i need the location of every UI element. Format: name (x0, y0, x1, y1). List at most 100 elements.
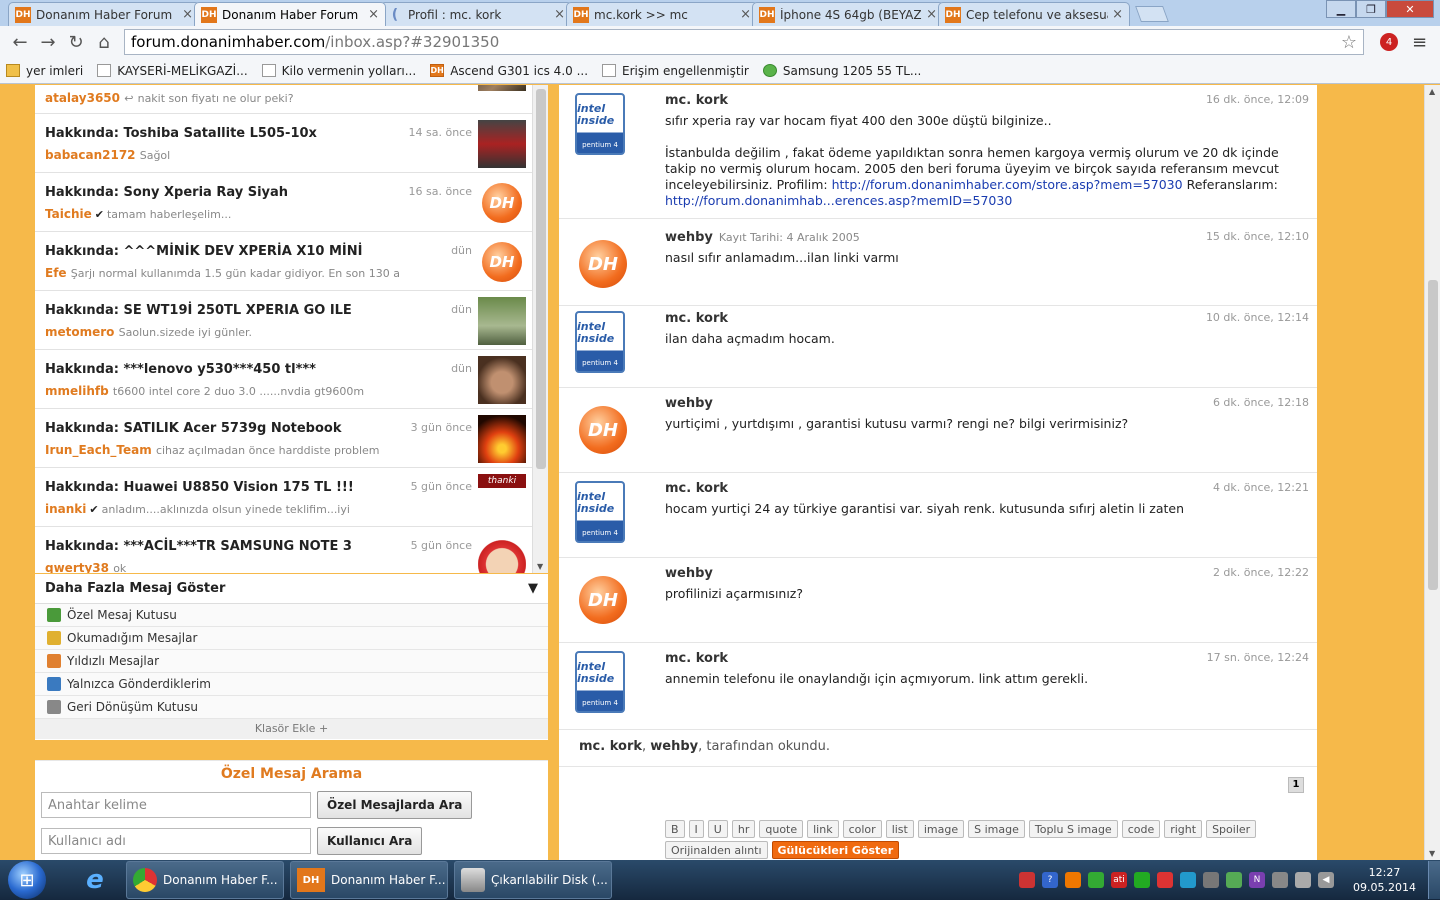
conversation-user[interactable]: Efe (45, 266, 67, 280)
tab-close-icon[interactable]: × (368, 7, 379, 22)
folder-item[interactable]: Geri Dönüşüm Kutusu (35, 696, 548, 719)
conversation-title[interactable]: Hakkında: ^^^MİNİK DEV XPERİA X10 MİNİ (45, 244, 362, 259)
read-by-user[interactable]: wehby (650, 739, 698, 754)
reload-icon[interactable]: ↻ (62, 32, 90, 53)
keyword-input[interactable]: Anahtar kelime (41, 792, 311, 818)
editor-button[interactable]: image (917, 820, 965, 838)
conversation-user[interactable]: mmelihfb (45, 384, 109, 398)
shield-icon[interactable] (1157, 872, 1174, 888)
volume-icon[interactable]: ◀ (1318, 872, 1335, 888)
conversation-scrollbar[interactable]: ▼ (532, 85, 548, 573)
message-author[interactable]: mc. kork (665, 93, 728, 108)
list-item[interactable]: Hakkında: SE WT19İ 250TL XPERIA GO ILE dü… (35, 291, 532, 350)
editor-button[interactable]: Orijinalden alıntı (665, 841, 768, 859)
conversation-title[interactable]: Hakkında: SE WT19İ 250TL XPERIA GO ILE (45, 303, 352, 318)
tab-3[interactable]: (Profil : mc. kork × (380, 2, 572, 26)
conversation-user[interactable]: babacan2172 (45, 148, 136, 162)
tray-app-icon[interactable] (1203, 872, 1220, 888)
tab-5[interactable]: DH İphone 4S 64gb (BEYAZ) × (752, 2, 944, 26)
editor-button[interactable]: U (707, 820, 728, 838)
help-icon[interactable]: ? (1042, 872, 1059, 888)
editor-button[interactable]: color (842, 820, 882, 838)
message-author[interactable]: wehby (665, 396, 713, 411)
extension-icon[interactable]: 4 (1380, 33, 1398, 51)
scroll-down-arrow-icon[interactable]: ▼ (1429, 849, 1435, 858)
home-icon[interactable]: ⌂ (90, 32, 118, 53)
conversation-title[interactable]: Hakkında: Sony Xperia Ray Siyah (45, 185, 288, 200)
username-input[interactable]: Kullanıcı adı (41, 828, 311, 854)
network-icon[interactable] (1295, 872, 1312, 888)
scrollbar-thumb[interactable] (536, 89, 546, 469)
tab-close-icon[interactable]: × (926, 7, 937, 22)
tray-app-icon[interactable] (1226, 872, 1243, 888)
bookmark-item[interactable]: yer imleri (6, 64, 83, 78)
editor-button[interactable]: list (885, 820, 914, 838)
editor-button[interactable]: hr (731, 820, 756, 838)
folder-item[interactable]: Yalnızca Gönderdiklerim (35, 673, 548, 696)
ati-icon[interactable]: ati (1111, 872, 1128, 888)
editor-button[interactable]: Spoiler (1206, 820, 1257, 838)
flag-icon[interactable] (1272, 872, 1289, 888)
maximize-button[interactable]: ❐ (1356, 0, 1386, 18)
bookmark-item[interactable]: DH Ascend G301 ics 4.0 ... (430, 64, 588, 78)
page-number[interactable]: 1 (1288, 777, 1304, 793)
editor-button[interactable]: B (665, 820, 685, 838)
profile-link[interactable]: http://forum.donanimhaber.com/store.asp?… (832, 177, 1183, 192)
list-item[interactable]: Hakkında: SATILIK Acer 5739g Notebook 3 g… (35, 409, 532, 468)
bookmark-item[interactable]: Samsung 1205 55 TL... (762, 64, 921, 78)
conversation-title[interactable]: Hakkında: ***ACİL***TR SAMSUNG NOTE 3 (45, 539, 352, 554)
internet-explorer-icon[interactable]: e (70, 861, 120, 899)
list-item[interactable]: Hakkında: ***lenovo y530***450 tl*** dün m… (35, 350, 532, 409)
clock[interactable]: 12:27 09.05.2014 (1341, 865, 1428, 895)
bookmark-item[interactable]: KAYSERİ-MELİKGAZİ... (97, 64, 248, 78)
drive-icon[interactable] (1180, 872, 1197, 888)
menu-icon[interactable]: ≡ (1412, 32, 1427, 53)
scroll-up-arrow-icon[interactable]: ▲ (1429, 87, 1435, 96)
conversation-user[interactable]: qwerty38 (45, 561, 109, 573)
new-tab-button[interactable] (1135, 6, 1169, 22)
tab-close-icon[interactable]: × (182, 7, 193, 22)
add-folder-link[interactable]: Klasör Ekle + (35, 719, 548, 739)
conversation-user[interactable]: Taichie (45, 207, 92, 221)
conversation-user[interactable]: metomero (45, 325, 114, 339)
editor-button[interactable]: quote (759, 820, 804, 838)
list-item[interactable]: Hakkında: Toshiba Satallite L505-10x 14 s… (35, 114, 532, 173)
message-author[interactable]: mc. kork (665, 311, 728, 326)
back-arrow-icon[interactable]: ← (6, 32, 34, 53)
message-author[interactable]: wehby (665, 230, 713, 245)
tray-app-icon[interactable] (1088, 872, 1105, 888)
editor-button[interactable]: Toplu S image (1028, 820, 1118, 838)
forward-arrow-icon[interactable]: → (34, 32, 62, 53)
conversation-user[interactable]: atalay3650 (45, 91, 120, 105)
show-desktop-button[interactable] (1428, 861, 1440, 899)
list-item[interactable]: Hakkında: ***ACİL***TR SAMSUNG NOTE 3 5 g… (35, 527, 532, 573)
close-window-button[interactable]: ✕ (1386, 0, 1434, 18)
taskbar-item[interactable]: Donanım Haber F... (126, 861, 284, 899)
show-smileys-button[interactable]: Gülücükleri Göster (771, 841, 900, 859)
bookmark-item[interactable]: Erişim engellenmiştir (602, 64, 749, 78)
tab-6[interactable]: DH Cep telefonu ve aksesuarl × (938, 2, 1130, 26)
bookmark-star-icon[interactable]: ☆ (1341, 32, 1357, 53)
tab-close-icon[interactable]: × (554, 7, 565, 22)
taskbar-item[interactable]: Çıkarılabilir Disk (... (454, 861, 612, 899)
address-bar[interactable]: forum.donanimhaber.com/inbox.asp?#329013… (124, 29, 1364, 55)
folder-item[interactable]: Okumadığım Mesajlar (35, 627, 548, 650)
scrollbar-thumb[interactable] (1428, 280, 1438, 590)
start-button[interactable]: ⊞ (8, 861, 46, 899)
message-author[interactable]: mc. kork (665, 481, 728, 496)
tab-close-icon[interactable]: × (740, 7, 751, 22)
folder-item[interactable]: Özel Mesaj Kutusu (35, 604, 548, 627)
conversation-user[interactable]: Irun_Each_Team (45, 443, 152, 457)
taskbar-item[interactable]: DH Donanım Haber F... (290, 861, 448, 899)
conversation-title[interactable]: Hakkında: SATILIK Acer 5739g Notebook (45, 421, 342, 436)
tray-app-icon[interactable] (1065, 872, 1082, 888)
editor-button[interactable]: code (1121, 820, 1161, 838)
list-item[interactable]: Hakkında: Huawei U8850 Vision 175 TL !!!… (35, 468, 532, 527)
search-user-button[interactable]: Kullanıcı Ara (317, 827, 423, 855)
references-link[interactable]: http://forum.donanimhab...erences.asp?me… (665, 193, 1012, 208)
list-item[interactable]: Hakkında: Sony Xperia Ray Siyah 16 sa. ön… (35, 173, 532, 232)
conversation-user[interactable]: inanki (45, 502, 86, 516)
search-messages-button[interactable]: Özel Mesajlarda Ara (317, 791, 473, 819)
message-author[interactable]: mc. kork (665, 651, 728, 666)
onenote-icon[interactable]: N (1249, 872, 1266, 888)
